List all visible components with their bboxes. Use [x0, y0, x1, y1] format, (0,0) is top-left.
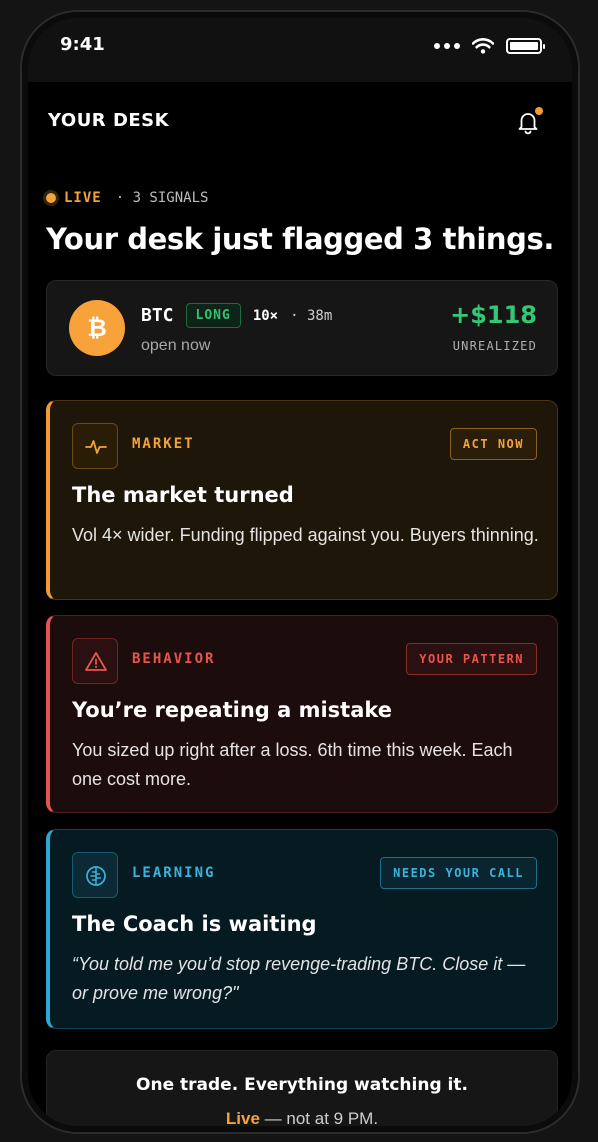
leverage: 10× — [252, 307, 279, 324]
coach-quote: “You told me you’d stop revenge-trading … — [72, 954, 526, 1003]
footer-subline-rest: — not at 9 PM. — [259, 1109, 379, 1128]
wifi-icon — [472, 38, 494, 54]
signal-category: MARKET — [132, 436, 195, 452]
status-icons — [434, 38, 545, 54]
side-badge: LONG — [185, 303, 241, 328]
position-duration: · 38m — [290, 307, 333, 324]
signal-body: Vol 4× wider. Funding flipped against yo… — [72, 525, 539, 545]
signal-title: The Coach is waiting — [72, 912, 317, 936]
footer-live-word: Live — [225, 1109, 260, 1128]
footer-tagline: One trade. Everything watching it. — [136, 1075, 468, 1095]
notifications-button[interactable] — [514, 107, 543, 136]
bitcoin-icon: ₿ — [69, 300, 125, 356]
svg-text:₿: ₿ — [87, 314, 107, 342]
warning-icon — [72, 638, 118, 684]
page-title: YOUR DESK — [48, 110, 170, 131]
brain-icon — [72, 852, 118, 898]
position-status: open now — [141, 337, 211, 354]
position-card[interactable]: ₿ BTC LONG 10× · 38m open now +$118 UNRE… — [46, 280, 558, 376]
needs-your-call-tag[interactable]: NEEDS YOUR CALL — [380, 857, 537, 889]
cellular-dots-icon — [434, 43, 460, 49]
status-time: 9:41 — [60, 34, 105, 55]
signal-card-behavior[interactable]: BEHAVIOR YOUR PATTERN You’re repeating a… — [46, 615, 558, 813]
signal-category: LEARNING — [132, 865, 216, 881]
phone-frame: 9:41 YOUR DESK LIVE · 3 SIGNALS Your des… — [20, 10, 580, 1134]
status-bar: 9:41 — [22, 12, 578, 82]
signals-count: · 3 SIGNALS — [115, 190, 209, 206]
pnl-label: UNREALIZED — [452, 339, 537, 353]
signal-card-market[interactable]: MARKET ACT NOW The market turned Vol 4× … — [46, 400, 558, 600]
live-label: LIVE — [64, 190, 102, 206]
live-indicator: LIVE · 3 SIGNALS — [46, 190, 208, 206]
signal-title: The market turned — [72, 483, 294, 507]
signal-title: You’re repeating a mistake — [72, 698, 393, 722]
your-pattern-tag[interactable]: YOUR PATTERN — [406, 643, 537, 675]
signal-card-learning[interactable]: LEARNING NEEDS YOUR CALL The Coach is wa… — [46, 829, 558, 1029]
unrealized-pnl: +$118 — [450, 301, 537, 329]
battery-icon — [506, 38, 545, 54]
signal-body: You sized up right after a loss. 6th tim… — [72, 740, 513, 789]
pulse-icon — [72, 423, 118, 469]
footer-card: One trade. Everything watching it. Live … — [46, 1050, 558, 1132]
footer-subline: Live — not at 9 PM. — [47, 1109, 557, 1129]
position-symbol: BTC — [141, 305, 174, 326]
headline: Your desk just flagged 3 things. — [46, 222, 554, 256]
notification-dot — [535, 107, 543, 115]
signal-category: BEHAVIOR — [132, 651, 216, 667]
position-pair: BTC LONG 10× · 38m — [141, 303, 332, 328]
live-dot-icon — [46, 193, 56, 203]
act-now-tag[interactable]: ACT NOW — [449, 428, 537, 460]
